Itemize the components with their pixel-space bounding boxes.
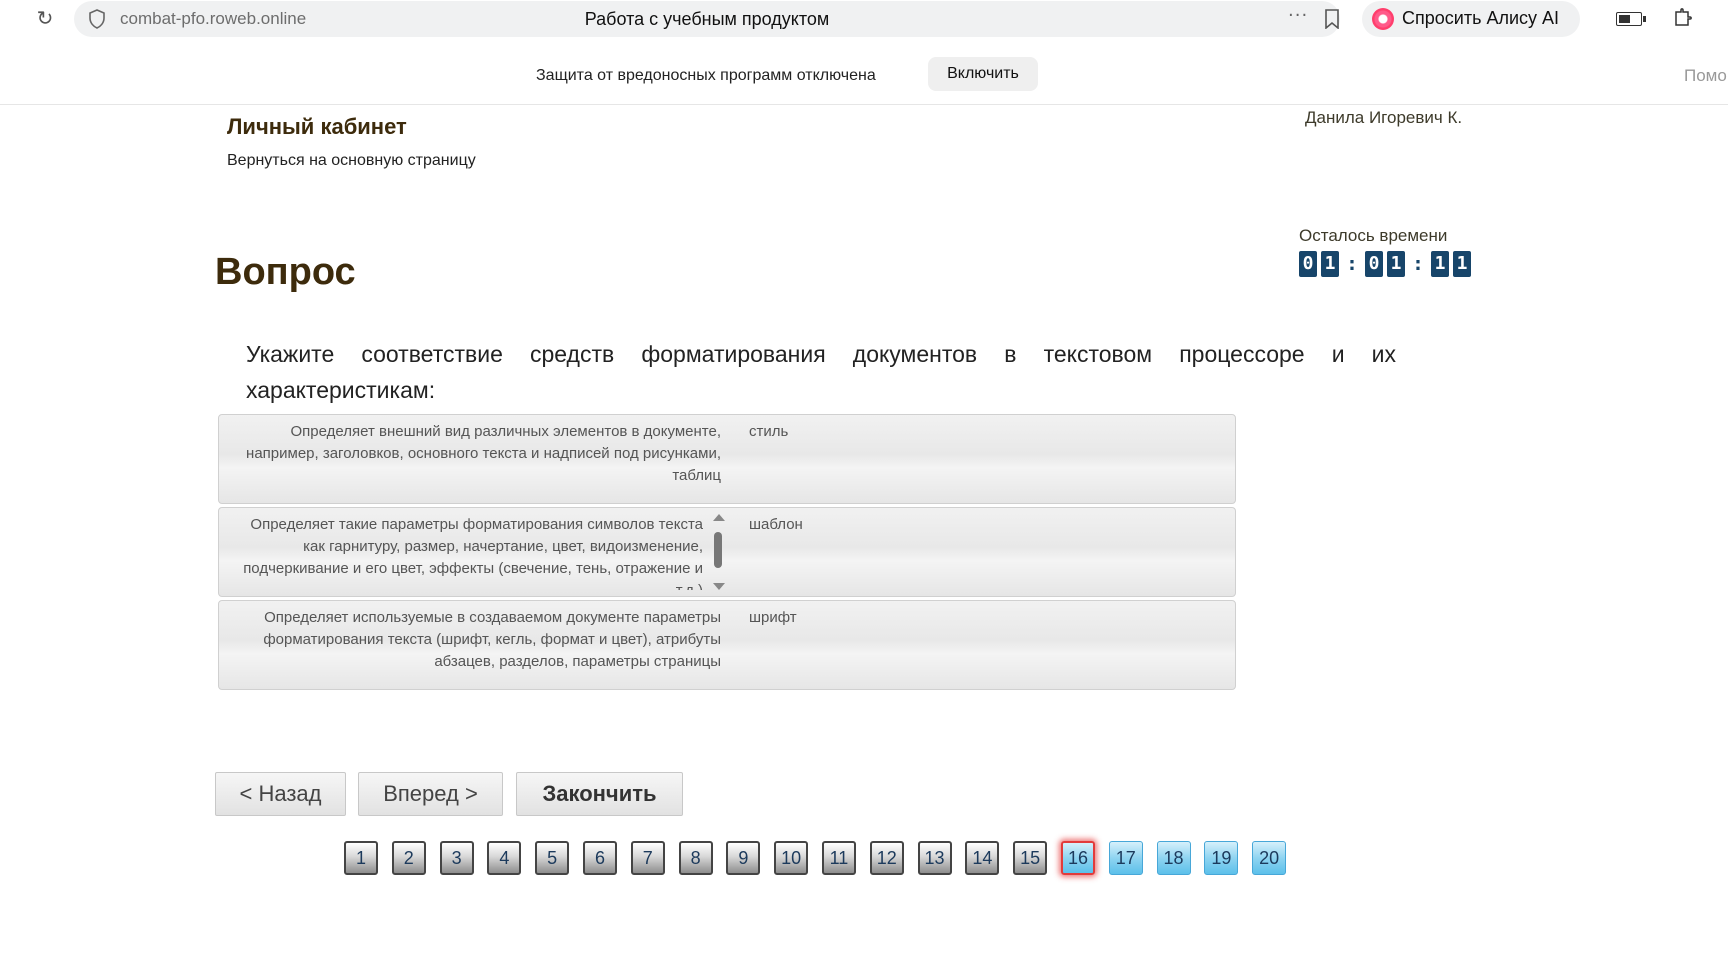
definition-scrollbar[interactable]: [711, 512, 725, 592]
timer-digit: 0: [1299, 251, 1317, 277]
match-term[interactable]: шаблон: [749, 516, 803, 533]
more-options-icon[interactable]: ···: [1288, 5, 1308, 26]
page-button-2[interactable]: 2: [391, 841, 426, 875]
match-row[interactable]: Определяет используемые в создаваемом до…: [218, 600, 1236, 690]
back-button[interactable]: < Назад: [215, 772, 346, 816]
extensions-icon[interactable]: [1672, 6, 1696, 30]
match-definition: Определяет используемые в создаваемом до…: [263, 609, 721, 670]
timer-digit: 1: [1453, 251, 1471, 277]
page-button-10[interactable]: 10: [774, 841, 809, 875]
timer-separator: :: [1414, 253, 1422, 275]
match-row[interactable]: Определяет такие параметры форматировани…: [218, 507, 1236, 597]
page-button-11[interactable]: 11: [821, 841, 856, 875]
question-pagination: 1 2 3 4 5 6 7 8 9 10 11 12 13 14 15 16 17 18 19 20: [344, 841, 1300, 875]
page-button-19[interactable]: 19: [1204, 841, 1239, 875]
help-link[interactable]: Помо: [1684, 66, 1727, 86]
timer-separator: :: [1348, 253, 1356, 275]
enable-protection-button[interactable]: Включить: [928, 57, 1038, 91]
page-button-1[interactable]: 1: [344, 841, 378, 875]
ask-alice-label: Спросить Алису AI: [1402, 8, 1560, 28]
battery-icon[interactable]: [1616, 12, 1646, 26]
back-to-main-link[interactable]: Вернуться на основную страницу: [227, 152, 476, 170]
page-button-20[interactable]: 20: [1252, 841, 1287, 875]
scroll-down-arrow-icon[interactable]: [713, 583, 725, 590]
reload-icon[interactable]: ↻: [34, 7, 56, 29]
page-button-13[interactable]: 13: [917, 841, 952, 875]
page-button-17[interactable]: 17: [1108, 841, 1143, 875]
match-definition: Определяет внешний вид различных элемент…: [246, 423, 721, 484]
user-name: Данила Игоревич К.: [1305, 108, 1463, 127]
timer-digit: 0: [1365, 251, 1383, 277]
page-button-9[interactable]: 9: [726, 841, 761, 875]
alice-icon: [1372, 8, 1394, 30]
security-warning-bar: Защита от вредоносных программ отключена…: [0, 48, 1728, 105]
page-button-6[interactable]: 6: [582, 841, 617, 875]
page-button-7[interactable]: 7: [630, 841, 665, 875]
page-title-tab: Работа с учебным продуктом: [584, 9, 830, 29]
browser-toolbar: ↻ combat-pfo.roweb.online Работа с учебн…: [0, 0, 1728, 38]
timer-digit: 1: [1387, 251, 1405, 277]
page-button-5[interactable]: 5: [535, 841, 570, 875]
finish-button[interactable]: Закончить: [516, 772, 683, 816]
question-text: Укажите соответствие средств форматирова…: [246, 341, 1396, 403]
match-term[interactable]: шрифт: [749, 609, 797, 626]
countdown-timer: 0 1 : 0 1 : 1 1: [1299, 251, 1475, 277]
warning-text: Защита от вредоносных программ отключена: [536, 67, 876, 84]
page-button-16[interactable]: 16: [1060, 841, 1095, 875]
page-button-8[interactable]: 8: [678, 841, 713, 875]
page-button-18[interactable]: 18: [1156, 841, 1191, 875]
match-definition: Определяет такие параметры форматировани…: [243, 516, 703, 590]
match-term[interactable]: стиль: [749, 423, 788, 440]
ask-alice-button[interactable]: Спросить Алису AI: [1362, 1, 1580, 37]
page-title: Личный кабинет: [227, 114, 407, 139]
address-bar[interactable]: combat-pfo.roweb.online Работа с учебным…: [74, 1, 1340, 37]
page-button-15[interactable]: 15: [1013, 841, 1048, 875]
timer-digit: 1: [1431, 251, 1449, 277]
question-heading: Вопрос: [215, 251, 356, 293]
page-button-4[interactable]: 4: [487, 841, 522, 875]
match-row[interactable]: Определяет внешний вид различных элемент…: [218, 414, 1236, 504]
timer-digit: 1: [1321, 251, 1339, 277]
page-button-12[interactable]: 12: [869, 841, 904, 875]
time-remaining-label: Осталось времени: [1299, 226, 1448, 245]
page-button-14[interactable]: 14: [965, 841, 1000, 875]
scroll-thumb[interactable]: [714, 532, 722, 568]
bookmark-icon[interactable]: [1324, 9, 1340, 29]
forward-button[interactable]: Вперед >: [358, 772, 503, 816]
page-button-3[interactable]: 3: [439, 841, 474, 875]
scroll-up-arrow-icon[interactable]: [713, 514, 725, 521]
